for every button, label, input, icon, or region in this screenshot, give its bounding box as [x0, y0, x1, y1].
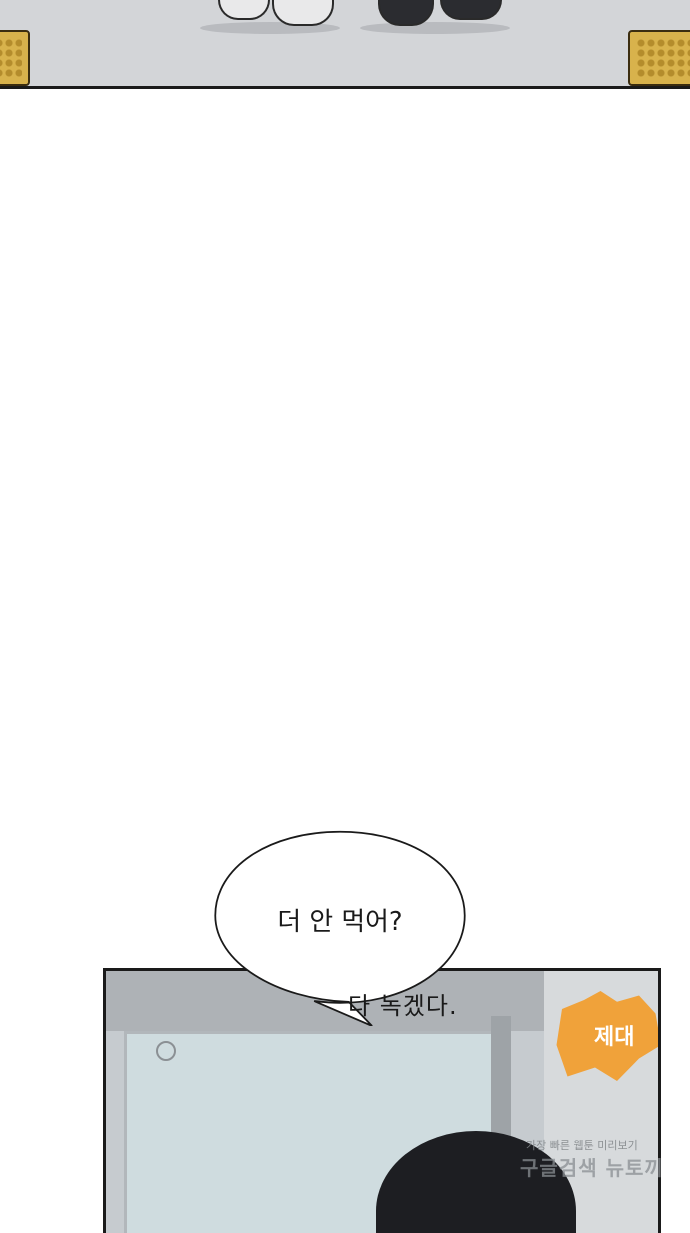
- black-shoe: [440, 0, 502, 20]
- top-comic-panel: [0, 0, 690, 89]
- tactile-paving: [0, 30, 30, 86]
- wall-knob: [156, 1041, 176, 1061]
- poster-text: 제대: [594, 1025, 635, 1050]
- white-shoe: [218, 0, 270, 20]
- floor-shadow: [360, 22, 510, 34]
- tactile-paving: [628, 30, 690, 86]
- watermark-line-1: 가장 빠른 웹툰 미리보기: [526, 1139, 638, 1152]
- watermark-line-2: 구글검색 뉴토끼: [520, 1156, 664, 1180]
- speech-line-2: 다 녹겠다.: [348, 992, 458, 1020]
- white-shoe: [272, 0, 334, 26]
- speech-line-1: 더 안 먹어?: [277, 907, 402, 937]
